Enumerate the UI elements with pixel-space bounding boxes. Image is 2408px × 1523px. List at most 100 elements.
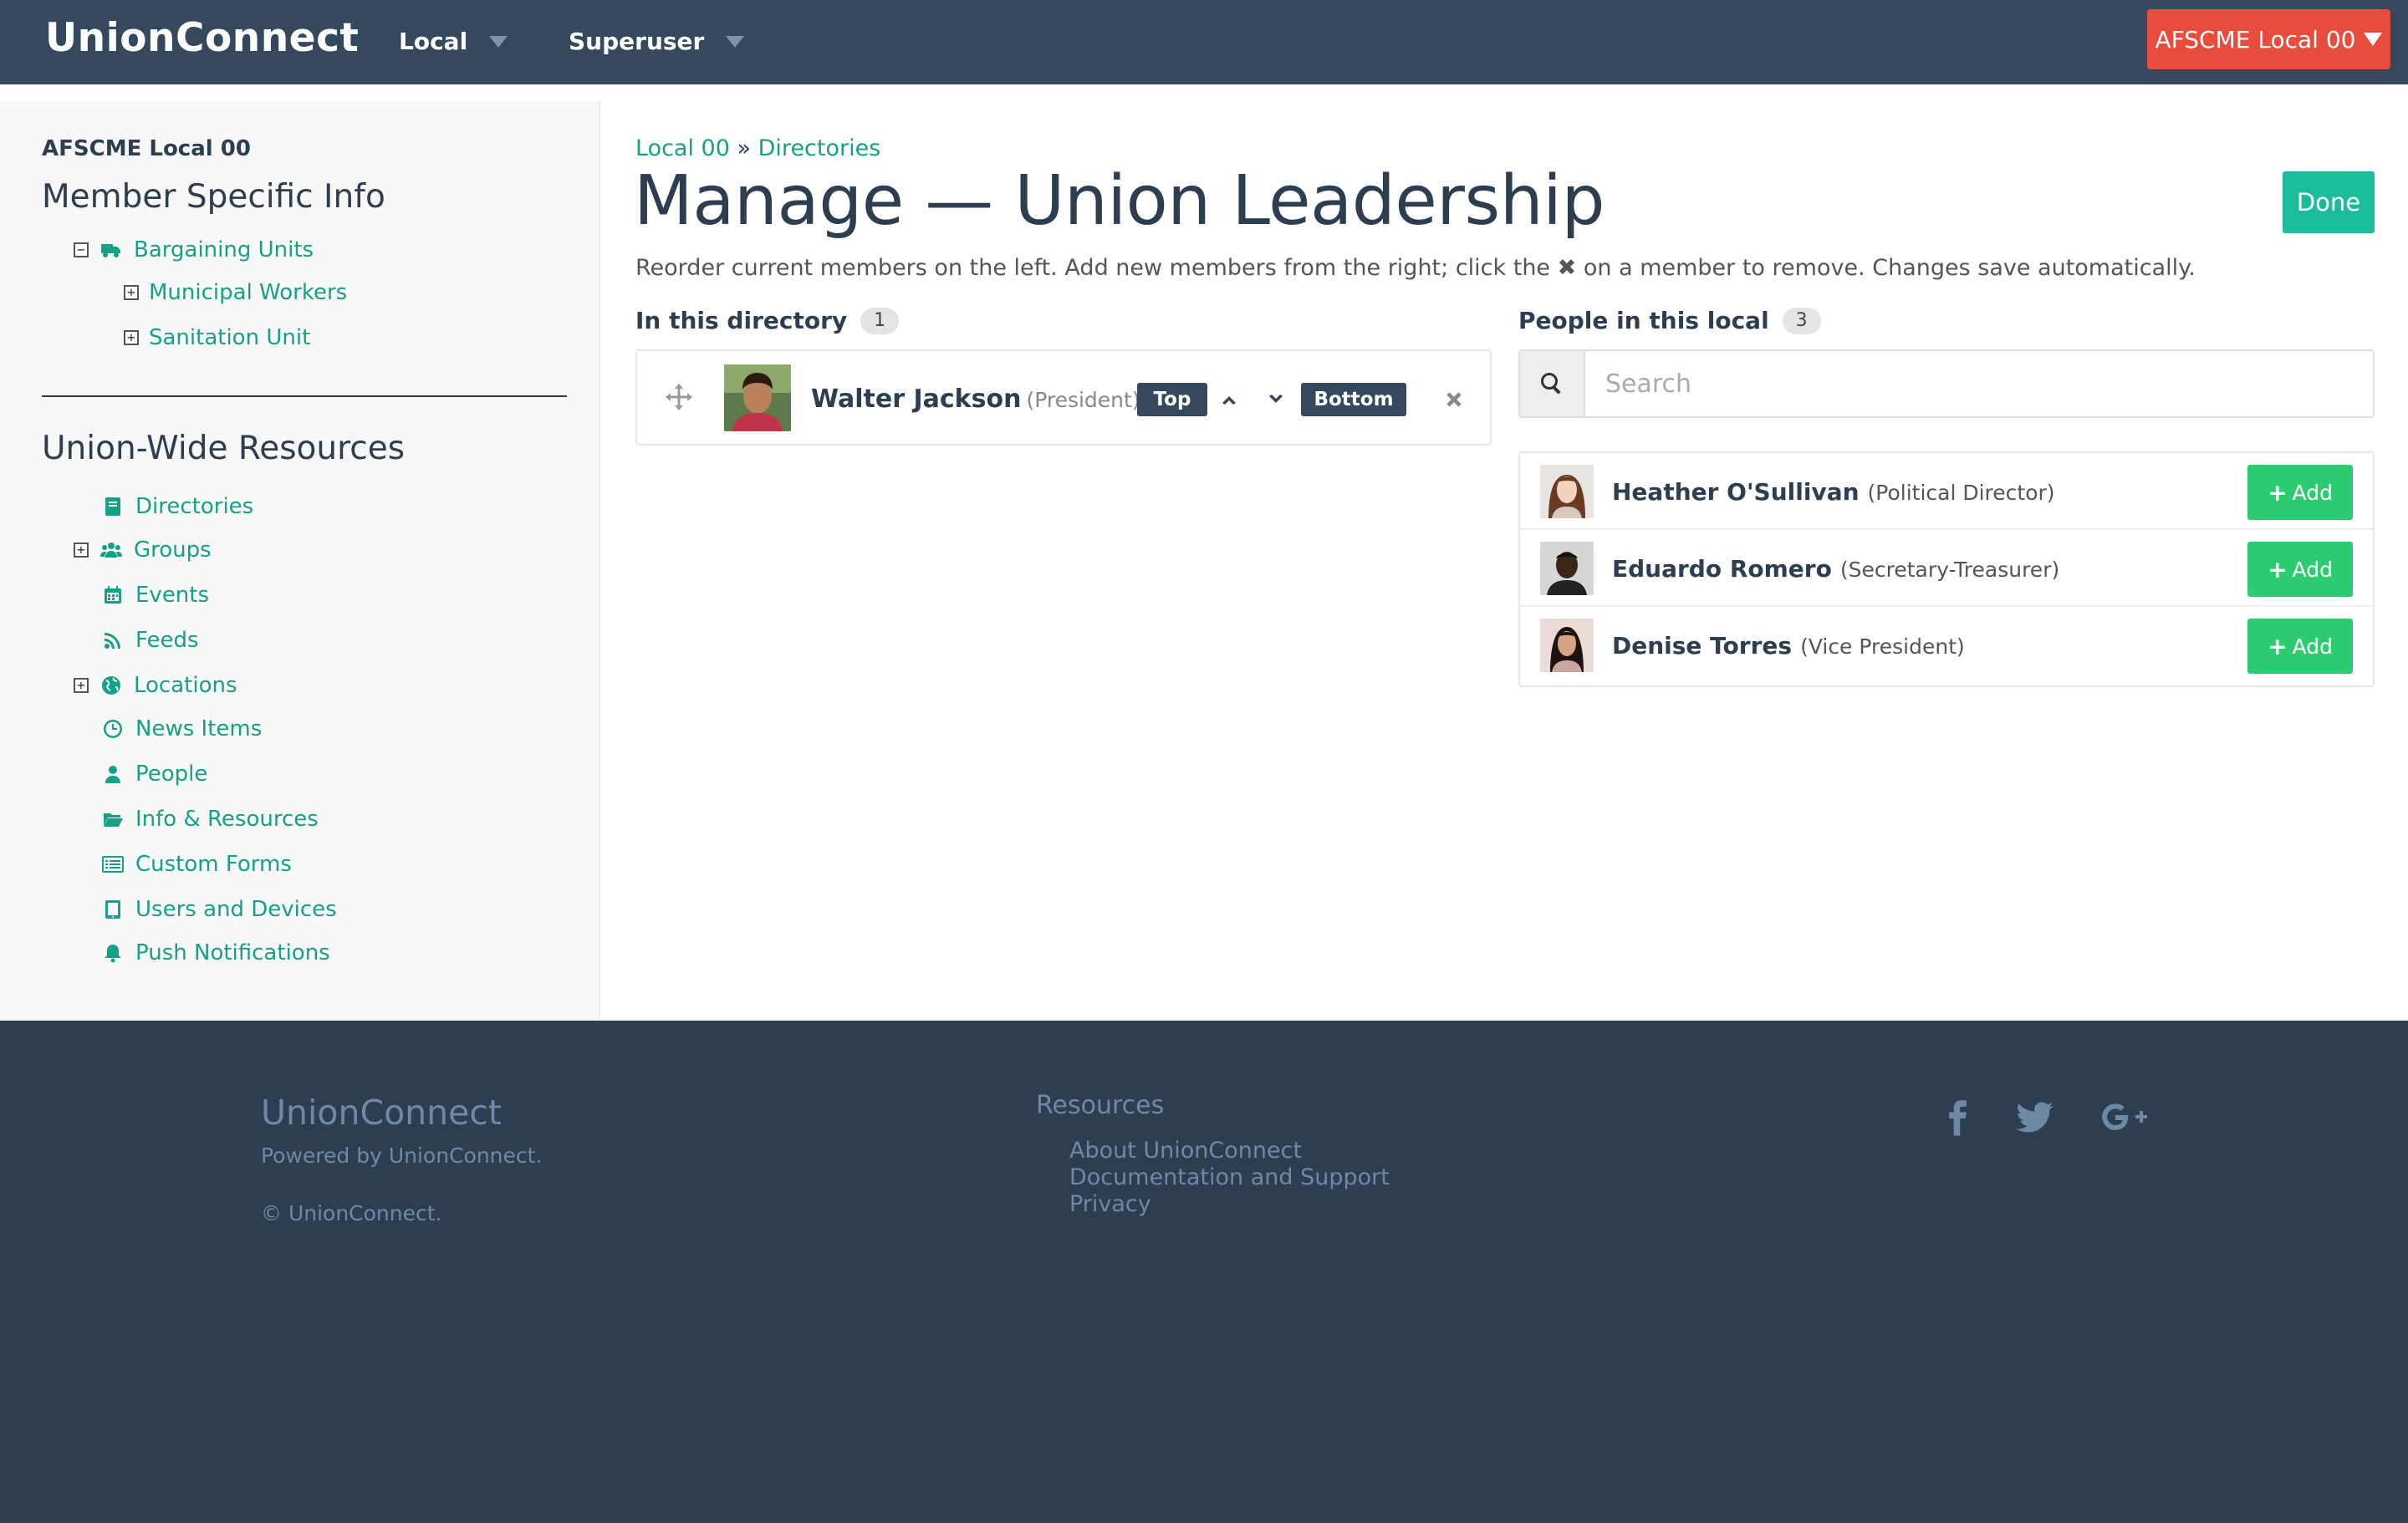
sidebar-item-custom-forms[interactable]: Custom Forms bbox=[74, 852, 292, 877]
footer-copyright: © UnionConnect. bbox=[261, 1201, 442, 1225]
sidebar-item-label: People bbox=[135, 762, 208, 787]
person-role: (Secretary-Treasurer) bbox=[1839, 558, 2060, 582]
twitter-icon[interactable] bbox=[2010, 1093, 2060, 1143]
plus-icon: + bbox=[2268, 478, 2288, 507]
footer-link-about[interactable]: About UnionConnect bbox=[1069, 1138, 1302, 1164]
sidebar-item-municipal-workers[interactable]: + Municipal Workers bbox=[124, 280, 347, 305]
sidebar-item-label: Locations bbox=[134, 673, 237, 698]
people-in-local-heading: People in this local 3 bbox=[1518, 307, 1821, 334]
search-input[interactable] bbox=[1585, 351, 2373, 416]
add-label: Add bbox=[2292, 634, 2333, 659]
sidebar-item-label: News Items bbox=[135, 716, 263, 741]
member-name: Walter Jackson (President) bbox=[811, 385, 1140, 414]
top-navbar: UnionConnect Local Superuser AFSCME Loca… bbox=[0, 0, 2408, 84]
facebook-icon[interactable] bbox=[1932, 1093, 1982, 1143]
sidebar-item-label: Push Notifications bbox=[135, 940, 330, 965]
calendar-icon bbox=[100, 583, 125, 608]
person-role: (Vice President) bbox=[1800, 634, 1965, 659]
remove-member-button[interactable] bbox=[1436, 381, 1472, 418]
person-name-text: Heather O'Sullivan bbox=[1612, 478, 1860, 506]
member-role: (President) bbox=[1026, 388, 1140, 412]
add-person-button[interactable]: + Add bbox=[2247, 465, 2353, 520]
footer-link-privacy[interactable]: Privacy bbox=[1069, 1191, 1151, 1217]
add-person-button[interactable]: + Add bbox=[2247, 619, 2353, 674]
chevron-down-icon bbox=[1269, 395, 1283, 403]
sidebar-item-sanitation-unit[interactable]: + Sanitation Unit bbox=[124, 325, 310, 350]
sidebar-item-push-notifications[interactable]: Push Notifications bbox=[74, 940, 330, 965]
sidebar-item-label: Events bbox=[135, 583, 210, 608]
member-specific-heading: Member Specific Info bbox=[42, 178, 385, 216]
local-selector-button[interactable]: AFSCME Local 00 bbox=[2147, 9, 2390, 69]
avatar bbox=[1540, 465, 1594, 518]
brand-logo[interactable]: UnionConnect bbox=[45, 15, 359, 61]
sidebar-item-directories[interactable]: Directories bbox=[74, 494, 253, 519]
avatar bbox=[1540, 619, 1594, 672]
breadcrumb-local-link[interactable]: Local 00 bbox=[635, 135, 730, 161]
sidebar-item-label: Info & Resources bbox=[135, 807, 319, 832]
chevron-up-icon bbox=[1222, 396, 1236, 405]
expand-icon[interactable]: + bbox=[124, 330, 139, 345]
local-menu-label: Local bbox=[399, 28, 468, 55]
superuser-menu-label: Superuser bbox=[569, 28, 705, 55]
local-menu[interactable]: Local bbox=[399, 28, 508, 55]
superuser-menu[interactable]: Superuser bbox=[569, 28, 745, 55]
in-directory-label: In this directory bbox=[635, 307, 848, 334]
sidebar-item-label: Bargaining Units bbox=[134, 237, 314, 262]
avatar bbox=[1540, 542, 1594, 595]
people-label: People in this local bbox=[1518, 307, 1769, 334]
footer-powered: Powered by UnionConnect. bbox=[261, 1144, 543, 1168]
close-icon bbox=[1446, 392, 1462, 407]
collapse-icon[interactable]: − bbox=[74, 242, 89, 257]
instructions-text: Reorder current members on the left. Add… bbox=[635, 255, 2196, 281]
sidebar-item-groups[interactable]: + Groups bbox=[74, 537, 212, 563]
in-directory-heading: In this directory 1 bbox=[635, 307, 900, 334]
sidebar-item-people[interactable]: People bbox=[74, 762, 207, 787]
caret-down-icon bbox=[489, 35, 508, 48]
sidebar-item-users-devices[interactable]: Users and Devices bbox=[74, 897, 337, 922]
folder-open-icon bbox=[100, 807, 125, 832]
expand-icon[interactable]: + bbox=[74, 678, 89, 693]
plus-icon: + bbox=[2268, 632, 2288, 660]
truck-icon bbox=[99, 237, 124, 262]
sidebar-item-news-items[interactable]: News Items bbox=[74, 716, 262, 741]
done-button[interactable]: Done bbox=[2283, 171, 2375, 233]
search-box bbox=[1518, 349, 2375, 418]
list-item: Heather O'Sullivan (Political Director) +… bbox=[1520, 453, 2373, 530]
member-name-text: Walter Jackson bbox=[811, 385, 1022, 414]
move-bottom-button[interactable]: Bottom bbox=[1301, 383, 1406, 416]
add-label: Add bbox=[2292, 557, 2333, 582]
breadcrumb: Local 00 » Directories bbox=[635, 135, 880, 161]
move-down-button[interactable] bbox=[1254, 383, 1298, 416]
add-person-button[interactable]: + Add bbox=[2247, 542, 2353, 597]
person-name: Eduardo Romero (Secretary-Treasurer) bbox=[1612, 555, 2059, 583]
caret-down-icon bbox=[2364, 33, 2383, 46]
move-icon[interactable] bbox=[664, 382, 697, 415]
person-name-text: Eduardo Romero bbox=[1612, 555, 1832, 583]
expand-icon[interactable]: + bbox=[74, 542, 89, 558]
sidebar-item-feeds[interactable]: Feeds bbox=[74, 628, 199, 653]
expand-icon[interactable]: + bbox=[124, 285, 139, 300]
sidebar-item-locations[interactable]: + Locations bbox=[74, 673, 237, 698]
instructions-before: Reorder current members on the left. Add… bbox=[635, 255, 1551, 281]
move-top-button[interactable]: Top bbox=[1137, 383, 1207, 416]
count-badge: 3 bbox=[1782, 307, 1821, 334]
sidebar-divider bbox=[42, 395, 567, 397]
sidebar-item-bargaining-units[interactable]: − Bargaining Units bbox=[74, 237, 314, 262]
person-name: Heather O'Sullivan (Political Director) bbox=[1612, 478, 2055, 506]
footer-link-docs[interactable]: Documentation and Support bbox=[1069, 1164, 1390, 1190]
sidebar-item-events[interactable]: Events bbox=[74, 583, 209, 608]
move-up-button[interactable] bbox=[1207, 383, 1251, 416]
list-item: Eduardo Romero (Secretary-Treasurer) + Ad… bbox=[1520, 530, 2373, 607]
person-name: Denise Torres (Vice President) bbox=[1612, 632, 1965, 660]
breadcrumb-directories-link[interactable]: Directories bbox=[758, 135, 881, 161]
union-wide-heading: Union-Wide Resources bbox=[42, 430, 406, 467]
add-label: Add bbox=[2292, 480, 2333, 505]
sidebar-local-name: AFSCME Local 00 bbox=[42, 136, 251, 161]
sidebar-item-info-resources[interactable]: Info & Resources bbox=[74, 807, 319, 832]
footer: UnionConnect Powered by UnionConnect. © … bbox=[0, 1021, 2408, 1523]
sidebar-item-label: Sanitation Unit bbox=[149, 325, 311, 350]
sidebar: AFSCME Local 00 Member Specific Info − B… bbox=[0, 101, 600, 1021]
tablet-icon bbox=[100, 897, 125, 922]
sidebar-item-label: Feeds bbox=[135, 628, 199, 653]
google-plus-icon[interactable] bbox=[2099, 1093, 2149, 1143]
